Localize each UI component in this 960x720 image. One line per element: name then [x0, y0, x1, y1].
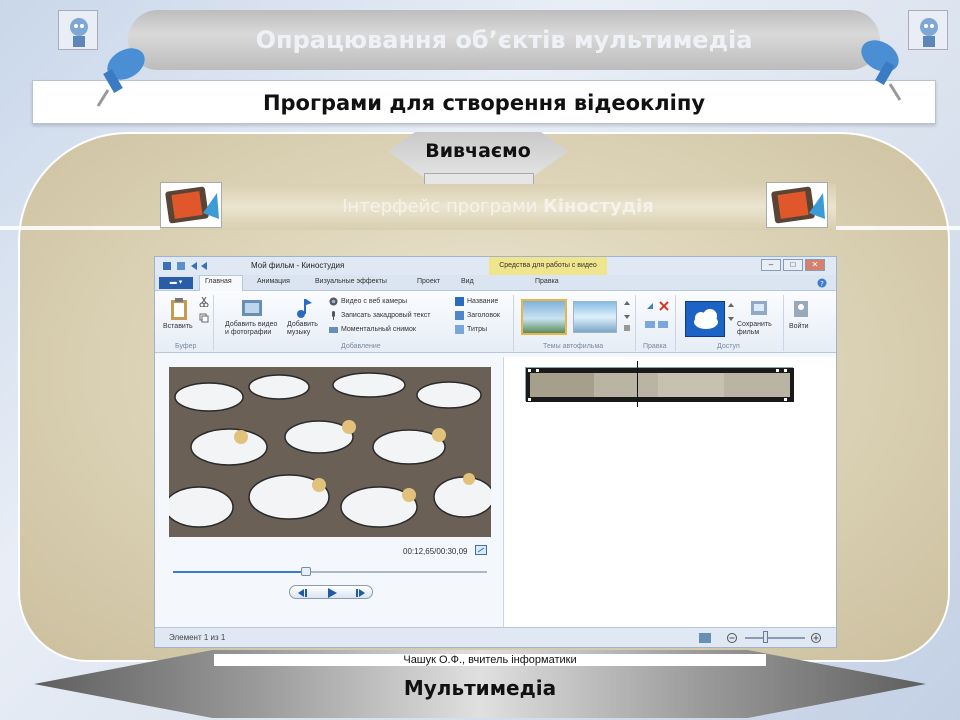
add-music-button[interactable]: Добавить музыку — [287, 321, 318, 337]
seek-progress — [173, 571, 305, 573]
webcam-icon[interactable] — [329, 297, 338, 308]
file-menu-button[interactable]: ▬ ▾ — [159, 277, 193, 289]
group-label-themes: Темы автофильма — [543, 343, 604, 350]
save-movie-button[interactable]: Сохранить фильм — [737, 321, 772, 337]
zoom-slider[interactable] — [745, 637, 805, 639]
status-text: Элемент 1 из 1 — [169, 633, 226, 642]
signin-icon[interactable] — [791, 299, 811, 321]
title-button[interactable]: Название — [467, 298, 498, 305]
next-frame-icon — [356, 589, 365, 597]
pushpin-icon — [846, 34, 916, 104]
group-label-edit: Правка — [643, 343, 667, 350]
subtitle-bar: Програми для створення відеокліпу — [32, 80, 936, 124]
select-all-icon[interactable] — [645, 319, 669, 331]
section-title: Інтерфейс програми Кіностудія — [160, 196, 836, 217]
tab-project[interactable]: Проект — [417, 278, 440, 285]
add-video-button[interactable]: Добавить видео и фотографии — [225, 321, 277, 337]
group-separator — [213, 295, 214, 351]
credits-button[interactable]: Титры — [467, 326, 487, 333]
svg-text:?: ? — [820, 280, 824, 288]
group-label-add: Добавление — [341, 343, 381, 350]
playhead[interactable] — [637, 361, 638, 407]
video-clip-strip[interactable] — [525, 367, 794, 402]
context-tab[interactable]: Средства для работы с видео — [489, 257, 607, 275]
group-separator — [513, 295, 514, 351]
webcam-video-button[interactable]: Видео с веб камеры — [341, 298, 407, 305]
autotheme-thumbnail[interactable] — [573, 301, 617, 333]
help-icon[interactable]: ? — [817, 278, 827, 290]
music-icon[interactable] — [295, 297, 313, 321]
tab-edit[interactable]: Правка — [535, 278, 559, 285]
caption-button[interactable]: Заголовок — [467, 312, 500, 319]
group-separator — [783, 295, 784, 351]
title-icon[interactable] — [455, 297, 464, 308]
window-title: Мой фильм - Киностудия — [251, 261, 345, 270]
movie-maker-icon — [160, 182, 222, 228]
tab-visual-effects[interactable]: Визуальные эффекты — [315, 278, 387, 285]
pushpin-icon — [86, 40, 156, 110]
rotate-icon[interactable] — [645, 301, 655, 313]
group-separator — [635, 295, 636, 351]
main-title-banner: Опрацювання об’єктів мультимедіа — [128, 10, 880, 70]
maximize-button[interactable]: □ — [783, 259, 803, 271]
snapshot-button[interactable]: Моментальный снимок — [341, 326, 416, 333]
tab-animation[interactable]: Анимация — [257, 278, 290, 285]
tab-home[interactable]: Главная — [205, 278, 232, 285]
tab-view[interactable]: Вид — [461, 278, 474, 285]
author-credit: Чашук О.Ф., вчитель інформатики — [214, 654, 766, 666]
zoom-handle[interactable] — [763, 631, 768, 643]
delete-icon[interactable] — [659, 301, 669, 313]
credits-icon[interactable] — [455, 325, 464, 336]
minimize-button[interactable]: – — [761, 259, 781, 271]
group-label-share: Доступ — [717, 343, 740, 350]
microphone-icon[interactable] — [329, 311, 338, 322]
clipboard-icon[interactable] — [169, 297, 189, 323]
video-preview — [169, 367, 491, 537]
gallery-scroll-icon[interactable] — [623, 299, 631, 335]
study-tab-label: Вивчаємо — [425, 140, 531, 162]
zoom-out-icon[interactable] — [727, 633, 737, 645]
movie-maker-window: Мой фильм - Киностудия Средства для рабо… — [154, 256, 837, 648]
previous-frame-icon — [298, 589, 307, 597]
playback-time: 00:12,65/00:30,09 — [403, 547, 468, 556]
cut-icon[interactable] — [199, 296, 209, 309]
close-button[interactable]: ✕ — [805, 259, 825, 271]
group-label-clipboard: Буфер — [175, 343, 197, 350]
subtitle: Програми для створення відеокліпу — [262, 91, 706, 115]
section-title-regular: Інтерфейс програми — [342, 196, 544, 217]
playback-controls — [289, 585, 373, 599]
copy-icon[interactable] — [199, 313, 209, 325]
quick-access-toolbar[interactable] — [161, 261, 241, 271]
zoom-in-icon[interactable] — [811, 633, 821, 645]
share-scroll-icon[interactable] — [727, 301, 735, 337]
section-title-bold: Кіностудія — [543, 196, 654, 217]
storyboard-view-icon[interactable] — [699, 633, 711, 645]
record-narration-button[interactable]: Записать закадровый текст — [341, 312, 430, 319]
paste-button[interactable]: Вставить — [163, 323, 193, 330]
snapshot-icon[interactable] — [329, 325, 338, 336]
autotheme-thumbnail-selected[interactable] — [521, 299, 567, 335]
play-icon — [328, 588, 337, 598]
main-title: Опрацювання об’єктів мультимедіа — [255, 26, 753, 54]
movie-maker-icon — [766, 182, 828, 228]
fullscreen-icon[interactable] — [475, 545, 487, 557]
add-video-icon[interactable] — [241, 297, 263, 321]
skydrive-share-button[interactable] — [685, 301, 725, 337]
save-movie-icon[interactable] — [749, 299, 769, 321]
caption-icon[interactable] — [455, 311, 464, 322]
signin-button[interactable]: Войти — [789, 323, 809, 330]
seek-handle[interactable] — [301, 567, 311, 576]
bottom-label: Мультимедіа — [403, 676, 557, 700]
group-separator — [675, 295, 676, 351]
